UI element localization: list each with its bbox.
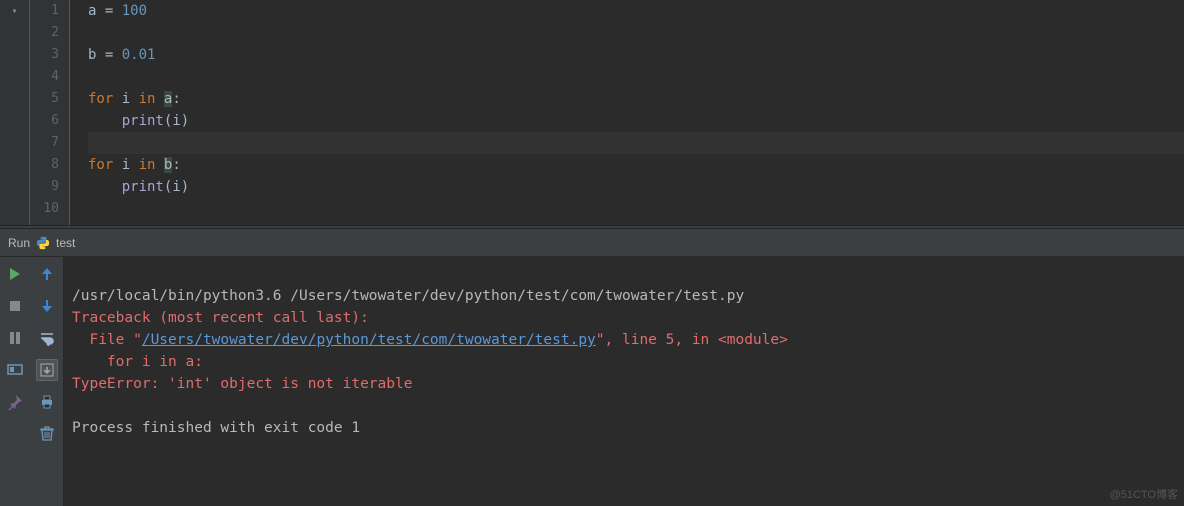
file-suffix: ", line 5, in <module> <box>596 332 788 348</box>
code-line[interactable]: b = 0.01 <box>88 44 1184 66</box>
line-number: 8 <box>30 154 69 176</box>
line-number: 9 <box>30 176 69 198</box>
code-line[interactable] <box>88 132 1184 154</box>
line-number: 3 <box>30 44 69 66</box>
scroll-down-button[interactable] <box>36 295 58 317</box>
run-label: Run <box>8 236 30 250</box>
clear-button[interactable] <box>36 423 58 445</box>
code-line[interactable] <box>88 198 1184 220</box>
soft-wrap-button[interactable] <box>36 327 58 349</box>
line-number: 1 <box>30 0 69 22</box>
scroll-up-button[interactable] <box>36 263 58 285</box>
fold-marker[interactable]: ▾ <box>0 0 29 22</box>
code-area[interactable]: a = 100b = 0.01for i in a: print(i)for i… <box>70 0 1184 225</box>
run-button[interactable] <box>4 263 26 285</box>
code-line[interactable] <box>88 66 1184 88</box>
code-line[interactable]: a = 100 <box>88 0 1184 22</box>
line-number: 5 <box>30 88 69 110</box>
run-toolbar-right <box>30 257 64 506</box>
editor-pane: ▾ 12345678910 a = 100 b = 0.01 for i in a:… <box>0 0 1184 225</box>
code-line[interactable] <box>88 22 1184 44</box>
code-line[interactable]: print(i) <box>88 110 1184 132</box>
layout-button[interactable] <box>4 359 26 381</box>
traceback-file-link[interactable]: /Users/twowater/dev/python/test/com/twow… <box>142 332 596 348</box>
line-number: 7 <box>30 132 69 154</box>
python-icon <box>36 236 50 250</box>
run-toolbar-left <box>0 257 30 506</box>
line-gutter: 12345678910 <box>30 0 70 225</box>
traceback-header: Traceback (most recent call last): <box>72 310 369 326</box>
print-button[interactable] <box>36 391 58 413</box>
code-line[interactable]: for i in a: <box>88 88 1184 110</box>
line-number: 6 <box>30 110 69 132</box>
code-line[interactable]: for i in b: <box>88 154 1184 176</box>
error-line: TypeError: 'int' object is not iterable <box>72 376 412 392</box>
watermark: @51CTO博客 <box>1110 486 1178 502</box>
line-number: 2 <box>30 22 69 44</box>
scroll-to-end-button[interactable] <box>36 359 58 381</box>
console-pane: /usr/local/bin/python3.6 /Users/twowater… <box>0 257 1184 506</box>
console-cmd: /usr/local/bin/python3.6 /Users/twowater… <box>72 288 744 304</box>
stop-button[interactable] <box>4 295 26 317</box>
line-number: 10 <box>30 198 69 220</box>
console-output[interactable]: /usr/local/bin/python3.6 /Users/twowater… <box>64 257 1184 506</box>
file-prefix: File " <box>72 332 142 348</box>
run-config-name[interactable]: test <box>56 236 75 250</box>
code-line[interactable]: print(i) <box>88 176 1184 198</box>
traceback-code: for i in a: <box>72 354 203 370</box>
run-tool-window-header: Run test <box>0 229 1184 257</box>
exit-line: Process finished with exit code 1 <box>72 420 360 436</box>
pin-button[interactable] <box>4 391 26 413</box>
pause-button[interactable] <box>4 327 26 349</box>
line-number: 4 <box>30 66 69 88</box>
fold-column: ▾ <box>0 0 30 225</box>
